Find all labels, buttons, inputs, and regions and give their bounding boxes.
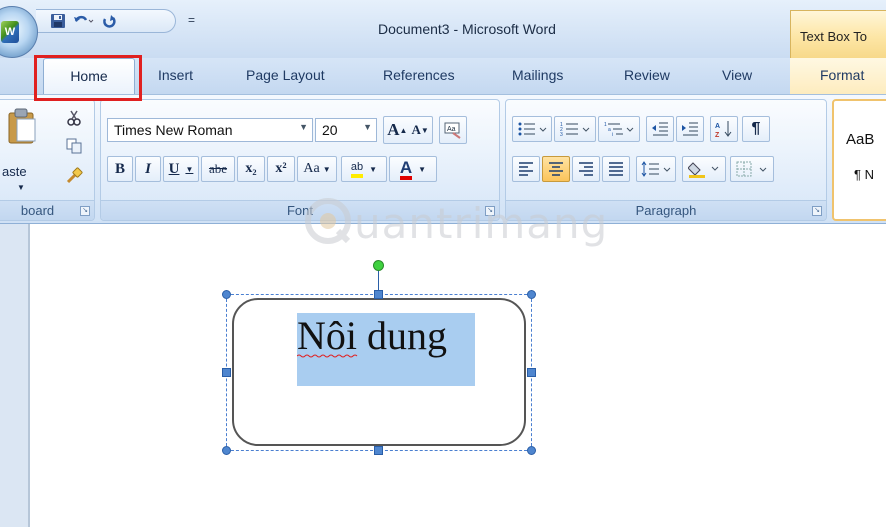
decrease-indent-icon[interactable]: [646, 116, 674, 142]
underline-button[interactable]: U ▼: [163, 156, 199, 182]
text-box-tools-context: Text Box To: [790, 10, 886, 58]
resize-handle-top-left[interactable]: [222, 290, 231, 299]
word-window: W = Document3 - Microsoft Word Text Box …: [0, 0, 886, 527]
resize-handle-bottom-left[interactable]: [222, 446, 231, 455]
grow-font-button[interactable]: A: [387, 120, 399, 140]
chevron-down-icon[interactable]: ▼: [185, 165, 193, 174]
clipboard-launcher-icon[interactable]: ↘: [80, 206, 90, 216]
ribbon-tabs: Home Insert Page Layout References Maili…: [0, 58, 886, 96]
chevron-down-icon[interactable]: ▼: [369, 165, 377, 174]
svg-text:Aa: Aa: [447, 126, 456, 133]
clear-formatting-icon[interactable]: Aa: [439, 116, 467, 144]
superscript-button[interactable]: x²: [267, 156, 295, 182]
shading-icon[interactable]: [682, 156, 726, 182]
office-button[interactable]: W: [0, 6, 38, 58]
font-name-combo[interactable]: Times New Roman ▼: [107, 118, 313, 142]
spellcheck-squiggle-icon: [297, 354, 358, 358]
chevron-down-icon[interactable]: ▼: [323, 165, 331, 174]
tab-insert[interactable]: Insert: [148, 58, 203, 94]
paste-button[interactable]: aste: [1, 162, 37, 180]
tab-references[interactable]: References: [373, 58, 465, 94]
customize-qat-button[interactable]: =: [188, 13, 195, 27]
grow-shrink-font-group: A ▲ A ▼: [383, 116, 433, 144]
copy-icon[interactable]: [64, 136, 84, 156]
group-font: Times New Roman ▼ 20 ▼ A ▲ A ▼ Aa B I U ▼ a…: [100, 99, 500, 221]
strikethrough-button[interactable]: abe: [201, 156, 235, 182]
svg-text:a: a: [608, 127, 611, 133]
style-normal-label: ¶ N: [854, 167, 874, 182]
font-launcher-icon[interactable]: ↘: [485, 206, 495, 216]
resize-handle-left[interactable]: [222, 368, 231, 377]
resize-handle-top[interactable]: [374, 290, 383, 299]
tab-home[interactable]: Home: [43, 58, 135, 96]
textbox-text[interactable]: Nôi dung: [297, 314, 447, 358]
show-formatting-marks-icon[interactable]: ¶: [742, 116, 770, 142]
context-tab-title: Text Box To: [800, 29, 867, 44]
paste-icon[interactable]: [5, 106, 39, 146]
align-center-icon[interactable]: [542, 156, 570, 182]
shrink-font-button[interactable]: A: [411, 122, 420, 138]
font-color-icon: A: [399, 159, 413, 180]
window-title: Document3 - Microsoft Word: [378, 21, 556, 37]
quick-access-toolbar: [36, 9, 176, 33]
font-size-value: 20: [322, 122, 338, 138]
ribbon: aste ▼ board ↘ Times New Roman ▼ 20 ▼ A …: [0, 94, 886, 224]
svg-text:Z: Z: [715, 132, 720, 138]
page-left-margin: [0, 224, 30, 527]
change-case-button[interactable]: Aa ▼: [297, 156, 337, 182]
paragraph-launcher-icon[interactable]: ↘: [812, 206, 822, 216]
chevron-down-icon[interactable]: ▼: [363, 122, 372, 132]
chevron-down-icon[interactable]: ▼: [299, 122, 308, 132]
increase-indent-icon[interactable]: [676, 116, 704, 142]
group-label-font: Font: [101, 200, 499, 220]
title-bar: W = Document3 - Microsoft Word Text Box …: [0, 0, 886, 58]
format-painter-icon[interactable]: [64, 166, 84, 186]
rotate-handle[interactable]: [373, 260, 384, 271]
justify-icon[interactable]: [602, 156, 630, 182]
svg-text:i: i: [612, 132, 613, 137]
group-paragraph: 123 1ai AZ ¶ Paragraph ↘: [505, 99, 827, 221]
paste-dropdown-icon[interactable]: ▼: [15, 182, 27, 192]
numbering-icon[interactable]: 123: [554, 116, 596, 142]
resize-handle-bottom[interactable]: [374, 446, 383, 455]
undo-icon[interactable]: [72, 12, 94, 30]
highlight-pen-icon: ab: [350, 161, 364, 178]
multilevel-list-icon[interactable]: 1ai: [598, 116, 640, 142]
tab-view[interactable]: View: [712, 58, 762, 94]
font-size-combo[interactable]: 20 ▼: [315, 118, 377, 142]
svg-text:A: A: [715, 123, 720, 130]
chevron-down-icon[interactable]: ▼: [418, 165, 426, 174]
svg-text:3: 3: [560, 132, 563, 137]
resize-handle-bottom-right[interactable]: [527, 446, 536, 455]
line-spacing-icon[interactable]: [636, 156, 676, 182]
group-styles: AaB ¶ N: [832, 99, 886, 221]
bold-button[interactable]: B: [107, 156, 133, 182]
tab-review[interactable]: Review: [614, 58, 680, 94]
align-left-icon[interactable]: [512, 156, 540, 182]
group-clipboard: aste ▼ board ↘: [0, 99, 95, 221]
sort-icon[interactable]: AZ: [710, 116, 738, 142]
borders-icon[interactable]: [730, 156, 774, 182]
tab-format[interactable]: Format: [790, 58, 886, 94]
subscript-button[interactable]: x₂: [237, 156, 265, 182]
redo-icon[interactable]: [100, 12, 118, 30]
bullets-icon[interactable]: [512, 116, 552, 142]
resize-handle-right[interactable]: [527, 368, 536, 377]
italic-button[interactable]: I: [135, 156, 161, 182]
save-icon[interactable]: [50, 12, 66, 30]
group-label-paragraph: Paragraph: [506, 200, 826, 220]
font-color-button[interactable]: A ▼: [389, 156, 437, 182]
office-logo-icon: W: [1, 21, 19, 43]
style-preview[interactable]: AaB: [846, 131, 874, 148]
svg-text:1: 1: [604, 122, 607, 128]
resize-handle-top-right[interactable]: [527, 290, 536, 299]
cut-icon[interactable]: [64, 108, 84, 128]
font-name-value: Times New Roman: [114, 122, 233, 138]
text-highlight-button[interactable]: ab ▼: [341, 156, 387, 182]
tab-page-layout[interactable]: Page Layout: [236, 58, 335, 94]
align-right-icon[interactable]: [572, 156, 600, 182]
tab-mailings[interactable]: Mailings: [502, 58, 573, 94]
